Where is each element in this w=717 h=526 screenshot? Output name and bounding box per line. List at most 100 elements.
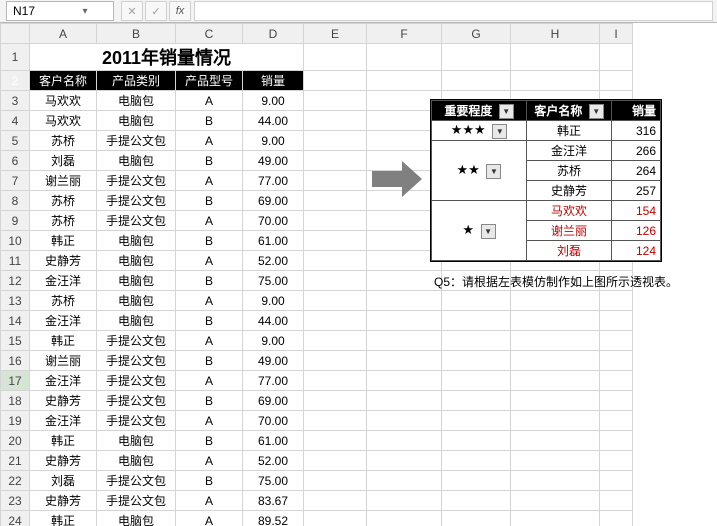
cell[interactable]: B [176,471,243,491]
cell[interactable]: 刘磊 [30,151,97,171]
row-header[interactable]: 22 [1,471,30,491]
cell[interactable] [600,331,633,351]
column-header[interactable]: C [176,24,243,44]
cell[interactable]: 电脑包 [97,251,176,271]
cell[interactable]: 9.00 [243,331,304,351]
cell[interactable]: A [176,491,243,511]
cell[interactable]: 44.00 [243,111,304,131]
cell[interactable] [304,271,367,291]
cell[interactable] [511,71,600,91]
cell[interactable] [304,471,367,491]
pivot-qty-cell[interactable]: 126 [612,221,661,241]
cell[interactable]: 89.52 [243,511,304,526]
cell[interactable] [367,491,442,511]
row-header[interactable]: 7 [1,171,30,191]
cell[interactable] [442,391,511,411]
pivot-customer-cell[interactable]: 刘磊 [527,241,612,261]
cell[interactable]: 手提公文包 [97,411,176,431]
cell[interactable]: 9.00 [243,291,304,311]
cell[interactable]: 苏桥 [30,131,97,151]
cell[interactable] [304,311,367,331]
row-header[interactable]: 4 [1,111,30,131]
cell[interactable] [511,291,600,311]
cell[interactable]: 75.00 [243,271,304,291]
cell[interactable] [367,411,442,431]
cell[interactable] [304,391,367,411]
cell[interactable] [600,371,633,391]
cell[interactable]: B [176,111,243,131]
cell[interactable]: B [176,431,243,451]
cell[interactable] [511,351,600,371]
row-header[interactable]: 20 [1,431,30,451]
cell[interactable]: A [176,291,243,311]
cell[interactable]: 手提公文包 [97,211,176,231]
filter-dropdown-icon[interactable]: ▼ [492,124,507,139]
cell[interactable] [367,451,442,471]
cell[interactable]: 史静芳 [30,491,97,511]
cell[interactable]: 苏桥 [30,291,97,311]
cell[interactable]: A [176,171,243,191]
cell[interactable] [511,451,600,471]
cell[interactable] [367,311,442,331]
cell[interactable]: 谢兰丽 [30,351,97,371]
cancel-button[interactable]: ✕ [121,1,143,21]
fx-button[interactable]: fx [169,1,191,21]
pivot-customer-cell[interactable]: 史静芳 [527,181,612,201]
cell[interactable] [304,111,367,131]
row-header[interactable]: 3 [1,91,30,111]
name-box-dropdown-icon[interactable]: ▾ [61,6,109,17]
cell[interactable] [367,71,442,91]
title-cell[interactable]: 2011年销量情况 [30,44,304,71]
cell[interactable]: 61.00 [243,431,304,451]
cell[interactable] [442,451,511,471]
cell[interactable] [304,351,367,371]
cell[interactable] [600,311,633,331]
filter-dropdown-icon[interactable]: ▼ [481,224,496,239]
cell[interactable] [511,371,600,391]
cell[interactable]: A [176,211,243,231]
row-header[interactable]: 9 [1,211,30,231]
cell[interactable] [304,151,367,171]
cell[interactable] [600,351,633,371]
cell[interactable] [600,431,633,451]
cell[interactable] [511,44,600,71]
cell[interactable] [442,371,511,391]
row-header[interactable]: 19 [1,411,30,431]
row-header[interactable]: 14 [1,311,30,331]
cell[interactable]: 手提公文包 [97,331,176,351]
row-header[interactable]: 24 [1,511,30,526]
pivot-customer-cell[interactable]: 马欢欢 [527,201,612,221]
row-header[interactable]: 5 [1,131,30,151]
cell[interactable]: 49.00 [243,351,304,371]
cell[interactable]: 52.00 [243,251,304,271]
cell[interactable] [600,391,633,411]
cell[interactable] [304,211,367,231]
cell[interactable]: 谢兰丽 [30,171,97,191]
column-header[interactable]: F [367,24,442,44]
cell[interactable]: B [176,351,243,371]
cell[interactable]: 韩正 [30,231,97,251]
cell[interactable] [367,351,442,371]
cell[interactable] [511,411,600,431]
cell[interactable] [442,71,511,91]
cell[interactable] [304,251,367,271]
cell[interactable] [304,191,367,211]
cell[interactable] [600,411,633,431]
column-header[interactable]: D [243,24,304,44]
cell[interactable]: 电脑包 [97,91,176,111]
cell[interactable]: 电脑包 [97,151,176,171]
cell[interactable]: 手提公文包 [97,351,176,371]
pivot-header[interactable]: 销量 [612,101,661,121]
cell[interactable]: 史静芳 [30,451,97,471]
cell[interactable] [304,91,367,111]
cell[interactable] [442,511,511,526]
cell[interactable] [511,311,600,331]
cell[interactable]: 49.00 [243,151,304,171]
pivot-qty-cell[interactable]: 154 [612,201,661,221]
cell[interactable]: 手提公文包 [97,471,176,491]
cell[interactable]: B [176,231,243,251]
pivot-header[interactable]: 重要程度 ▼ [432,101,527,121]
pivot-customer-cell[interactable]: 韩正 [527,121,612,141]
cell[interactable]: A [176,511,243,526]
cell[interactable] [304,331,367,351]
